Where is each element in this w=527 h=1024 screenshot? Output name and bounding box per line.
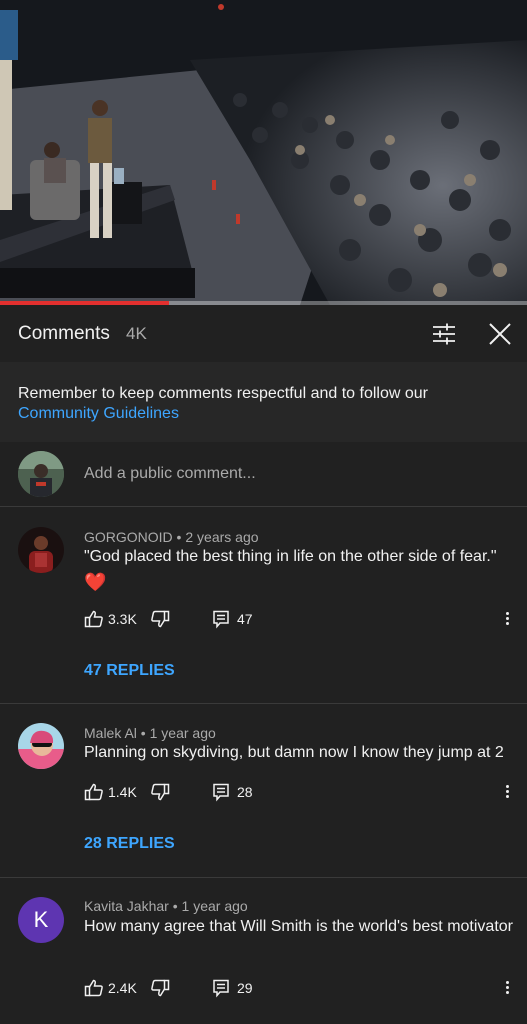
reply-button[interactable]: 28 — [212, 782, 253, 802]
comment-item: K Kavita Jakhar • 1 year ago How many ag… — [0, 878, 527, 1024]
more-options-icon[interactable] — [500, 611, 514, 626]
close-icon[interactable] — [485, 319, 515, 349]
add-comment-row[interactable]: Add a public comment... — [0, 442, 527, 507]
comment-meta: Kavita Jakhar • 1 year ago — [84, 898, 248, 914]
like-count: 2.4K — [108, 980, 137, 996]
comment-icon — [213, 979, 229, 998]
comment-time: 1 year ago — [181, 898, 248, 914]
comments-header: Comments 4K — [0, 305, 527, 362]
dislike-button[interactable] — [150, 978, 174, 998]
comment-time: 1 year ago — [149, 725, 216, 741]
guidelines-notice: Remember to keep comments respectful and… — [0, 362, 527, 442]
dislike-button[interactable] — [150, 609, 174, 629]
comments-count: 4K — [126, 324, 147, 343]
more-options-icon[interactable] — [500, 980, 514, 995]
video-player[interactable] — [0, 0, 527, 305]
video-frame — [0, 0, 527, 305]
comment-meta: GORGONOID • 2 years ago — [84, 529, 259, 545]
comments-title: Comments — [18, 323, 110, 344]
reply-count: 29 — [237, 980, 253, 996]
comment-time: 2 years ago — [185, 529, 259, 545]
guidelines-text: Remember to keep comments respectful and… — [18, 384, 508, 424]
comment-text: "God placed the best thing in life on th… — [84, 548, 497, 565]
view-replies-link[interactable]: 47 REPLIES — [84, 662, 175, 680]
reply-button[interactable]: 47 — [212, 609, 253, 629]
reply-button[interactable]: 29 — [212, 978, 253, 998]
thumbs-down-icon — [151, 783, 170, 801]
comment-icon — [213, 610, 229, 629]
thumbs-down-icon — [151, 610, 170, 628]
comment-text: How many agree that Will Smith is the wo… — [84, 918, 513, 935]
comment-author[interactable]: GORGONOID — [84, 529, 173, 545]
reply-count: 28 — [237, 784, 253, 800]
comment-meta: Malek Al • 1 year ago — [84, 725, 216, 741]
thumbs-down-icon — [151, 979, 170, 997]
comment-author[interactable]: Malek Al — [84, 725, 137, 741]
commenter-avatar[interactable]: K — [18, 897, 64, 943]
comment-icon — [213, 783, 229, 802]
heart-emoji: ❤️ — [84, 572, 107, 592]
comment-item: Malek Al • 1 year ago Planning on skydiv… — [0, 704, 527, 877]
like-button[interactable]: 2.4K — [84, 978, 137, 998]
add-comment-input[interactable]: Add a public comment... — [84, 465, 256, 483]
like-count: 1.4K — [108, 784, 137, 800]
commenter-avatar[interactable] — [18, 527, 64, 573]
more-options-icon[interactable] — [500, 784, 514, 799]
view-replies-link[interactable]: 28 REPLIES — [84, 835, 175, 853]
commenter-avatar[interactable] — [18, 723, 64, 769]
thumbs-up-icon — [84, 783, 103, 801]
sliders-icon[interactable] — [430, 321, 458, 347]
reply-count: 47 — [237, 611, 253, 627]
avatar-letter: K — [33, 907, 49, 932]
guidelines-message: Remember to keep comments respectful and… — [18, 385, 428, 402]
user-avatar — [18, 451, 64, 497]
comment-author[interactable]: Kavita Jakhar — [84, 898, 169, 914]
like-count: 3.3K — [108, 611, 137, 627]
like-button[interactable]: 3.3K — [84, 609, 137, 629]
community-guidelines-link[interactable]: Community Guidelines — [18, 405, 179, 422]
dislike-button[interactable] — [150, 782, 174, 802]
thumbs-up-icon — [84, 610, 103, 628]
like-button[interactable]: 1.4K — [84, 782, 137, 802]
comment-text: Planning on skydiving, but damn now I kn… — [84, 744, 504, 761]
thumbs-up-icon — [84, 979, 103, 997]
comment-item: GORGONOID • 2 years ago "God placed the … — [0, 507, 527, 703]
